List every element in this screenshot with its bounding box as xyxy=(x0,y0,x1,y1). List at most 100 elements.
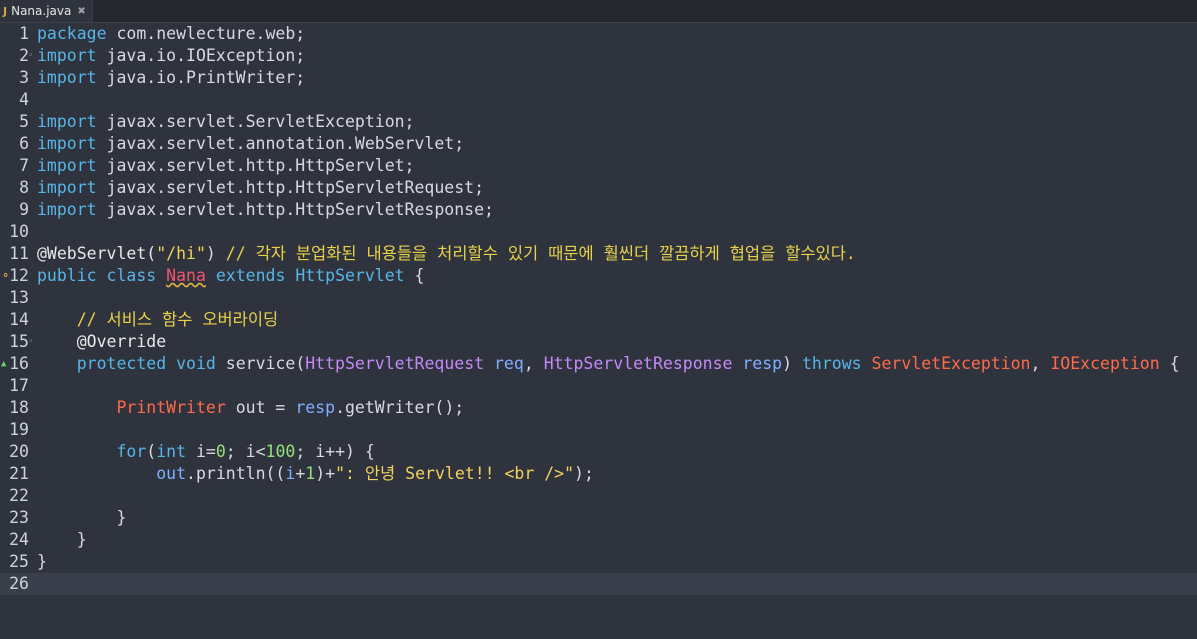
type-name: HttpServletResponse xyxy=(543,354,733,373)
line-number: 11 xyxy=(9,244,29,263)
code-editor[interactable]: 1 package com.newlecture.web; 2 ◦ import … xyxy=(0,23,1197,598)
variable: resp xyxy=(295,398,336,417)
line-number: 21 xyxy=(9,464,29,483)
code-line[interactable]: 5 import javax.servlet.ServletException; xyxy=(0,111,1197,133)
keyword: import xyxy=(37,200,97,219)
keyword: import xyxy=(37,156,97,175)
code-line[interactable]: ▲ 16 protected void service(HttpServletRe… xyxy=(0,353,1197,375)
parameter: resp xyxy=(742,354,783,373)
code-text: javax.servlet.http.HttpServletResponse; xyxy=(96,200,494,219)
editor-tab-bar: J Nana.java ✖ xyxy=(0,0,1197,23)
code-line[interactable]: 25 } xyxy=(0,551,1197,573)
method-name: service( xyxy=(215,354,306,373)
string-literal: ": 안녕 Servlet!! <br />" xyxy=(335,464,575,483)
code-text: + xyxy=(295,464,306,483)
code-line[interactable]: 18 PrintWriter out = resp.getWriter(); xyxy=(0,397,1197,419)
comment: // 서비스 함수 오버라이딩 xyxy=(76,310,279,329)
code-text: i= xyxy=(186,442,216,461)
code-line[interactable]: 19 xyxy=(0,419,1197,441)
close-icon[interactable]: ✖ xyxy=(77,6,85,17)
code-line[interactable]: 4 xyxy=(0,89,1197,111)
line-number: ⚬ 12 xyxy=(1,266,29,285)
tab-nana-java[interactable]: J Nana.java ✖ xyxy=(0,0,93,22)
type-name: PrintWriter xyxy=(116,398,226,417)
line-number: 14 xyxy=(9,310,29,329)
line-number: 7 xyxy=(19,156,29,175)
line-number: 5 xyxy=(19,112,29,131)
line-number: ▲ 16 xyxy=(1,353,29,375)
override-icon[interactable]: ▲ xyxy=(1,353,6,375)
string-literal: "/hi" xyxy=(156,244,206,263)
code-line-current[interactable]: 26 xyxy=(0,573,1197,595)
code-line[interactable]: 21 out.println((i+1)+": 안녕 Servlet!! <br… xyxy=(0,463,1197,485)
fold-icon[interactable]: ◦ xyxy=(28,45,33,67)
type-name: HttpServletRequest xyxy=(305,354,485,373)
code-line[interactable]: 3 import java.io.PrintWriter; xyxy=(0,67,1197,89)
line-number: 19 xyxy=(9,420,29,439)
code-line[interactable]: 17 xyxy=(0,375,1197,397)
keyword: class xyxy=(106,266,157,285)
code-line[interactable]: 7 import javax.servlet.http.HttpServlet; xyxy=(0,155,1197,177)
code-text: ; i++) { xyxy=(295,442,375,461)
code-line[interactable]: 23 } xyxy=(0,507,1197,529)
keyword: package xyxy=(37,24,107,43)
line-number: 26 xyxy=(9,574,29,593)
code-text: javax.servlet.http.HttpServletRequest; xyxy=(96,178,485,197)
variable: out xyxy=(156,464,187,483)
keyword: import xyxy=(37,134,97,153)
keyword: import xyxy=(37,68,97,87)
class-name: Nana xyxy=(166,266,206,285)
code-text: javax.servlet.annotation.WebServlet; xyxy=(96,134,465,153)
code-line[interactable]: 2 ◦ import java.io.IOException; xyxy=(0,45,1197,67)
line-number: 25 xyxy=(9,552,29,571)
code-line[interactable]: 6 import javax.servlet.annotation.WebSer… xyxy=(0,133,1197,155)
line-number: 15 ◦ xyxy=(9,331,34,353)
annotation: @WebServlet( xyxy=(37,244,157,263)
comment: // 각자 분업화된 내용들을 처리할수 있기 때문에 훨씬더 깔끔하게 협업을… xyxy=(225,244,856,263)
code-line[interactable]: 1 package com.newlecture.web; xyxy=(0,23,1197,45)
keyword: for xyxy=(116,442,147,461)
java-file-icon: J xyxy=(3,4,8,18)
number-literal: 1 xyxy=(305,464,316,483)
line-number: 23 xyxy=(9,508,29,527)
line-number: 8 xyxy=(19,178,29,197)
line-number: 18 xyxy=(9,398,29,417)
code-text: ) xyxy=(205,244,226,263)
code-line[interactable]: 14 // 서비스 함수 오버라이딩 xyxy=(0,309,1197,331)
variable: i xyxy=(285,464,296,483)
line-number: 22 xyxy=(9,486,29,505)
code-text: out = xyxy=(225,398,296,417)
number-literal: 100 xyxy=(265,442,296,461)
annotation: @Override xyxy=(76,332,167,351)
code-line[interactable]: 22 xyxy=(0,485,1197,507)
code-text: .getWriter(); xyxy=(335,398,465,417)
tab-label: Nana.java xyxy=(11,4,72,18)
code-line[interactable]: 11 @WebServlet("/hi") // 각자 분업화된 내용들을 처리… xyxy=(0,243,1197,265)
code-line[interactable]: 10 xyxy=(0,221,1197,243)
fold-icon[interactable]: ◦ xyxy=(28,331,33,353)
code-text: )+ xyxy=(315,464,336,483)
code-line[interactable]: 15 ◦ @Override xyxy=(0,331,1197,353)
number-literal: 0 xyxy=(215,442,226,461)
keyword: int xyxy=(156,442,187,461)
code-text: ); xyxy=(574,464,594,483)
code-text: java.io.IOException; xyxy=(96,46,306,65)
code-text: ( xyxy=(146,442,157,461)
code-line[interactable]: 20 for(int i=0; i<100; i++) { xyxy=(0,441,1197,463)
code-line[interactable]: ⚬ 12 public class Nana extends HttpServle… xyxy=(0,265,1197,287)
line-number: 9 xyxy=(19,200,29,219)
line-number: 1 xyxy=(19,24,29,43)
code-text: { xyxy=(404,266,425,285)
code-line[interactable]: 8 import javax.servlet.http.HttpServletR… xyxy=(0,177,1197,199)
code-line[interactable]: 24 } xyxy=(0,529,1197,551)
code-line[interactable]: 13 xyxy=(0,287,1197,309)
code-line[interactable]: 9 import javax.servlet.http.HttpServletR… xyxy=(0,199,1197,221)
keyword: extends xyxy=(215,266,286,285)
keyword: void xyxy=(176,354,216,373)
code-text: java.io.PrintWriter; xyxy=(96,68,306,87)
keyword: import xyxy=(37,178,97,197)
